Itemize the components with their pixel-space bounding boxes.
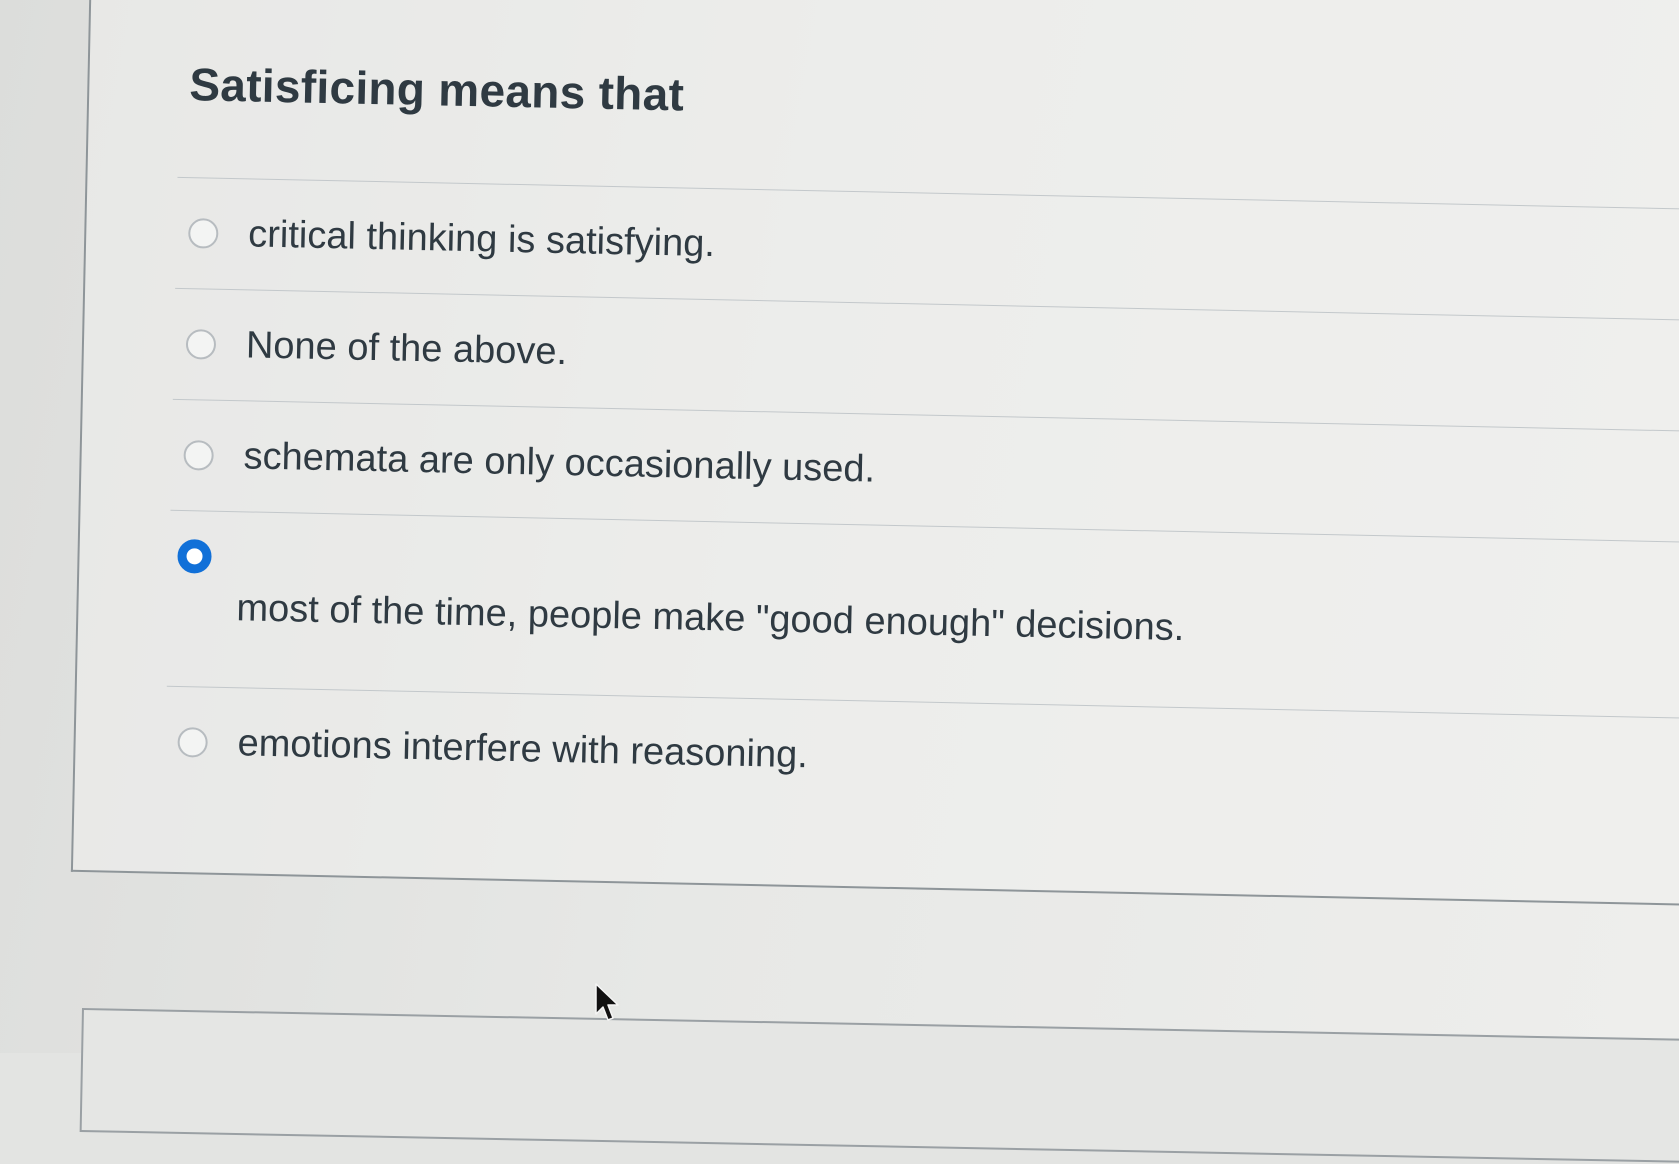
answer-list: critical thinking is satisfying. None of… — [164, 176, 1679, 831]
radio-button-icon[interactable] — [183, 440, 214, 471]
answer-option-4-selected[interactable]: most of the time, people make "good enou… — [166, 509, 1679, 720]
question-title: Satisficing means that — [188, 58, 685, 121]
radio-button-icon[interactable] — [185, 329, 217, 360]
radio-button-checked-icon[interactable] — [177, 538, 212, 574]
question-card: Satisficing means that critical thinking… — [70, 0, 1679, 908]
mouse-pointer-icon — [595, 983, 619, 1021]
radio-button-icon[interactable] — [187, 218, 219, 249]
answer-label: most of the time, people make "good enou… — [236, 587, 1185, 650]
answer-label: schemata are only occasionally used. — [243, 434, 876, 491]
answer-label: critical thinking is satisfying. — [247, 212, 716, 265]
radio-button-icon[interactable] — [177, 727, 208, 758]
answer-label: None of the above. — [245, 323, 568, 373]
answer-label: emotions interfere with reasoning. — [237, 721, 809, 776]
